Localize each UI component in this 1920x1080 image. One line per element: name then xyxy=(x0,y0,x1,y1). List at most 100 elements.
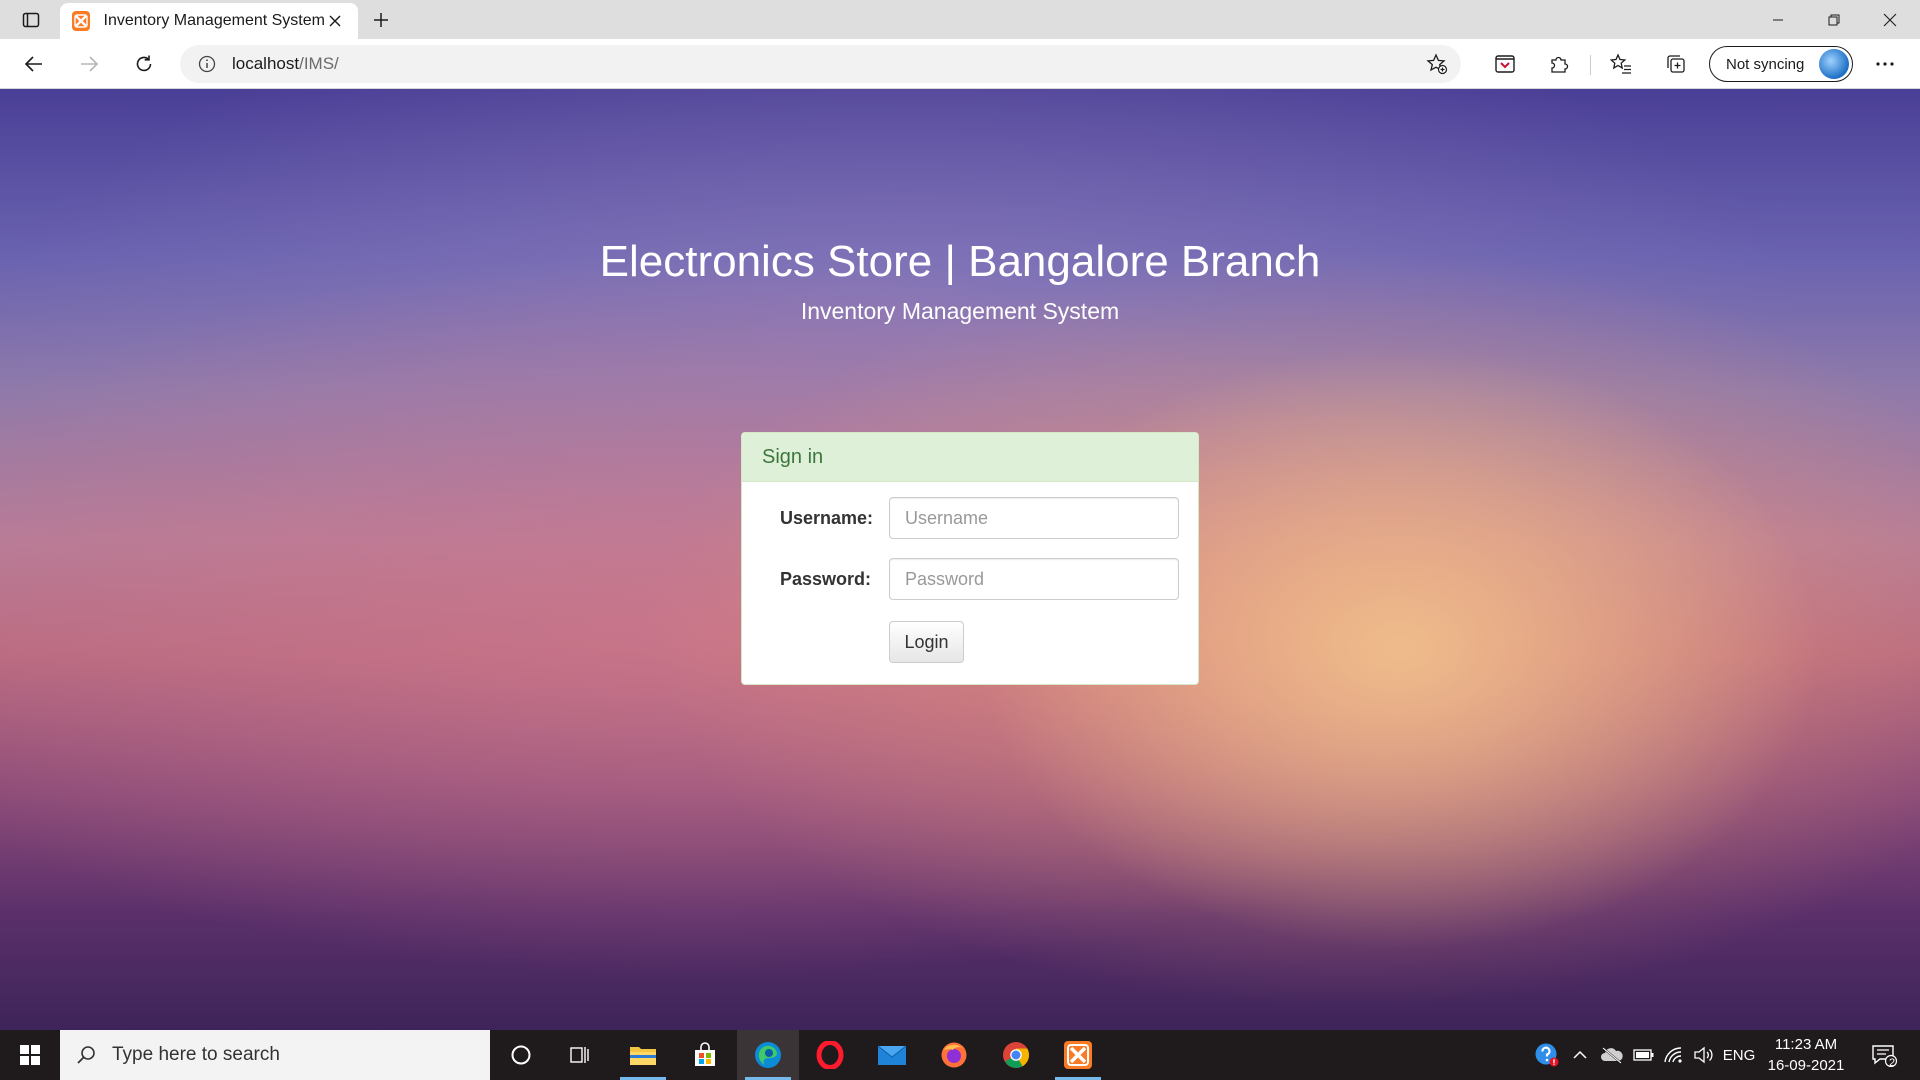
username-row: Username: xyxy=(742,497,1198,539)
close-tab-button[interactable] xyxy=(325,9,346,33)
cloud-offline-icon xyxy=(1601,1047,1623,1064)
address-bar[interactable]: localhost/IMS/ xyxy=(180,45,1461,83)
star-add-icon xyxy=(1426,53,1448,75)
close-icon xyxy=(1883,13,1897,26)
arrow-left-icon xyxy=(24,56,42,72)
close-window-button[interactable] xyxy=(1862,0,1918,39)
edge-icon xyxy=(755,1042,781,1068)
url-path: /IMS/ xyxy=(299,54,339,73)
collections-icon xyxy=(1667,55,1685,73)
language-indicator[interactable]: ENG xyxy=(1720,1030,1758,1080)
file-explorer-taskbar-button[interactable] xyxy=(612,1030,674,1080)
username-label: Username: xyxy=(780,507,874,528)
favorites-button[interactable] xyxy=(1603,46,1639,82)
browser-tabbar: Inventory Management System xyxy=(0,0,1920,39)
extensions-button[interactable] xyxy=(1541,46,1577,82)
panel-title: Sign in xyxy=(762,445,824,468)
search-icon xyxy=(77,1046,95,1064)
store-icon xyxy=(695,1042,715,1066)
windows-taskbar: Type here to search ENG 11:23 AM 16-09-2… xyxy=(0,1030,1920,1080)
help-tray-button[interactable] xyxy=(1532,1030,1562,1080)
mail-icon xyxy=(877,1045,907,1065)
back-button[interactable] xyxy=(16,46,52,82)
clock-date: 16-09-2021 xyxy=(1767,1057,1845,1074)
opera-icon xyxy=(816,1041,844,1069)
pocket-icon xyxy=(1495,55,1515,73)
collections-button[interactable] xyxy=(1658,46,1694,82)
restore-button[interactable] xyxy=(1806,0,1862,39)
page-title: Electronics Store | Bangalore Branch xyxy=(599,237,1321,286)
chevron-up-icon xyxy=(1573,1050,1587,1059)
volume-tray-button[interactable] xyxy=(1690,1030,1718,1080)
info-icon[interactable] xyxy=(196,53,218,75)
clock-time: 11:23 AM xyxy=(1774,1036,1838,1053)
url-text[interactable]: localhost/IMS/ xyxy=(232,54,1421,74)
search-placeholder: Type here to search xyxy=(112,1044,280,1065)
notification-count-badge: 2 xyxy=(1888,1057,1896,1069)
cortana-button[interactable] xyxy=(490,1030,552,1080)
edge-taskbar-button[interactable] xyxy=(737,1030,799,1080)
system-clock[interactable]: 11:23 AM 16-09-2021 xyxy=(1760,1034,1852,1076)
store-taskbar-button[interactable] xyxy=(674,1030,736,1080)
browser-toolbar: localhost/IMS/ Not syncing xyxy=(0,39,1920,89)
password-label: Password: xyxy=(780,568,872,589)
help-icon xyxy=(1535,1043,1559,1067)
url-host: localhost xyxy=(232,54,300,73)
tab-actions-icon xyxy=(22,12,40,28)
show-hidden-icons-button[interactable] xyxy=(1568,1030,1592,1080)
folder-icon xyxy=(630,1047,656,1065)
browser-tab-active[interactable]: Inventory Management System xyxy=(60,3,358,39)
close-icon xyxy=(329,15,341,27)
refresh-icon xyxy=(136,55,152,72)
plus-icon xyxy=(374,13,388,27)
sync-status-label: Not syncing xyxy=(1726,55,1805,73)
more-horizontal-icon xyxy=(1876,62,1894,66)
task-view-icon xyxy=(570,1047,589,1063)
firefox-taskbar-button[interactable] xyxy=(923,1030,985,1080)
restore-icon xyxy=(1828,14,1840,25)
profile-avatar xyxy=(1819,49,1849,79)
action-center-button[interactable]: 2 xyxy=(1862,1030,1906,1080)
taskbar-search-box[interactable]: Type here to search xyxy=(60,1030,490,1080)
password-input[interactable] xyxy=(889,558,1179,600)
xampp-favicon-icon xyxy=(72,11,90,31)
new-tab-button[interactable] xyxy=(366,5,396,35)
login-page: Electronics Store | Bangalore Branch Inv… xyxy=(0,89,1920,1030)
favorites-list-icon xyxy=(1610,53,1631,74)
mail-taskbar-button[interactable] xyxy=(861,1030,923,1080)
settings-more-button[interactable] xyxy=(1867,46,1903,82)
username-input[interactable] xyxy=(889,497,1179,539)
minimize-button[interactable] xyxy=(1750,0,1806,39)
battery-icon xyxy=(1633,1049,1654,1061)
wifi-icon xyxy=(1664,1047,1682,1063)
network-tray-button[interactable] xyxy=(1660,1030,1688,1080)
forward-button[interactable] xyxy=(71,46,107,82)
task-view-button[interactable] xyxy=(549,1030,611,1080)
refresh-button[interactable] xyxy=(126,46,162,82)
panel-header: Sign in xyxy=(742,433,1198,482)
cortana-icon xyxy=(511,1045,531,1065)
xampp-taskbar-button[interactable] xyxy=(1047,1030,1109,1080)
battery-tray-button[interactable] xyxy=(1630,1030,1658,1080)
login-button[interactable]: Login xyxy=(889,621,964,663)
firefox-icon xyxy=(941,1042,967,1068)
page-subtitle: Inventory Management System xyxy=(800,298,1120,324)
speaker-icon xyxy=(1694,1046,1713,1064)
puzzle-icon xyxy=(1551,56,1569,73)
add-favorite-button[interactable] xyxy=(1421,48,1453,80)
windows-logo-icon xyxy=(20,1045,40,1065)
opera-taskbar-button[interactable] xyxy=(799,1030,861,1080)
onedrive-tray-button[interactable] xyxy=(1597,1030,1627,1080)
chrome-taskbar-button[interactable] xyxy=(985,1030,1047,1080)
profile-sync-button[interactable]: Not syncing xyxy=(1709,46,1853,82)
toolbar-divider xyxy=(1590,55,1591,75)
minimize-icon xyxy=(1773,19,1783,20)
xampp-icon xyxy=(1064,1041,1092,1069)
sign-in-panel: Sign in Username: Password: Login xyxy=(741,432,1199,685)
arrow-right-icon xyxy=(81,56,99,72)
pocket-extension-button[interactable] xyxy=(1487,46,1523,82)
chrome-icon xyxy=(1003,1042,1030,1068)
start-button[interactable] xyxy=(0,1030,60,1080)
tab-actions-button[interactable] xyxy=(10,5,52,35)
password-row: Password: xyxy=(742,558,1198,600)
